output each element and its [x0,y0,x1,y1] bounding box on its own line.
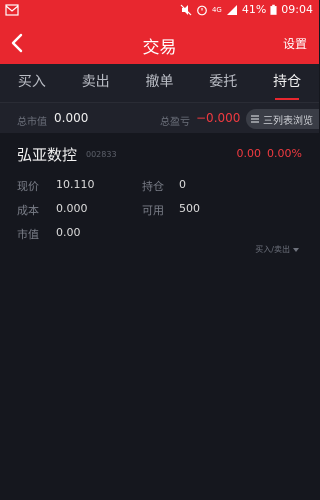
list-icon [251,115,259,123]
total-pl-label: 总盈亏 [160,117,190,128]
notification-icon [5,4,19,16]
signal-icon [226,5,237,15]
buy-sell-label: 买入/卖出 [255,245,290,254]
tab-positions[interactable]: 持仓 [255,64,319,102]
total-value-label: 总市值 [17,117,47,128]
stock-name: 弘亚数控 [17,146,78,164]
market-value-label: 市值 [17,228,39,241]
available-label: 可用 [142,204,164,217]
clock: 09:04 [281,3,313,16]
caret-down-icon [293,247,299,252]
buy-sell-action[interactable]: 买入/卖出 [255,244,299,255]
account-summary: 总市值 0.000 总盈亏 −0.000 三列表浏览 [0,103,319,133]
alarm-icon [197,5,207,16]
tab-cancel[interactable]: 撤单 [128,64,192,102]
cost-label: 成本 [17,204,39,217]
settings-button[interactable]: 设置 [283,35,307,52]
total-pl: −0.000 [196,111,241,125]
tab-buy[interactable]: 买入 [0,64,64,102]
trade-tabs: 买入 卖出 撤单 委托 持仓 [0,64,319,103]
available-value: 500 [179,202,200,215]
mute-icon [180,4,192,16]
tab-sell[interactable]: 卖出 [64,64,128,102]
stock-code: 002833 [86,150,117,159]
position-pl: 0.00 [236,147,262,160]
tab-orders[interactable]: 委托 [191,64,255,102]
network-indicator: 4G [211,6,222,14]
price-value: 10.110 [56,178,95,191]
cost-value: 0.000 [56,202,88,215]
list-view-toggle[interactable]: 三列表浏览 [246,109,319,129]
position-card[interactable]: 弘亚数控 002833 0.00 0.00% 现价 10.110 持仓 0 成本… [0,134,319,264]
total-value: 0.000 [54,111,89,125]
holding-label: 持仓 [142,180,164,193]
position-pl-ratio: 0.00% [267,147,302,160]
app-header: 交易 设置 [0,22,319,64]
status-bar: 4G 41% 09:04 [0,0,319,22]
battery-percent: 41% [241,3,267,16]
page-title: 交易 [142,38,177,58]
price-label: 现价 [17,180,39,193]
battery-icon [270,4,277,15]
holding-value: 0 [179,178,186,191]
list-view-label: 三列表浏览 [263,115,313,127]
market-value: 0.00 [56,226,81,239]
